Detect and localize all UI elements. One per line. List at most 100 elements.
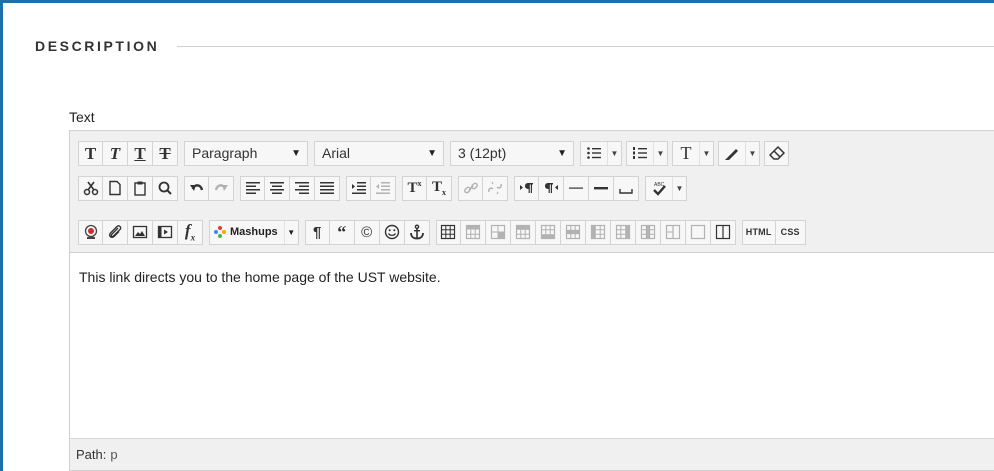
insert-image-button[interactable] [128, 219, 153, 245]
path-element-p[interactable]: p [110, 447, 117, 462]
search-icon [158, 181, 172, 195]
highlight-split-button[interactable]: ▼ [718, 140, 760, 166]
align-right-button[interactable] [290, 175, 315, 201]
rtl-direction-button[interactable] [539, 175, 564, 201]
insert-column-before-button[interactable] [585, 219, 611, 245]
bold-button[interactable]: T [78, 140, 103, 166]
text-color-icon: T [680, 143, 692, 163]
editor-status-bar: Path: p [70, 438, 994, 470]
insert-media-button[interactable] [153, 219, 178, 245]
attach-file-button[interactable] [103, 219, 128, 245]
blockquote-button[interactable]: “ [329, 219, 355, 245]
row-after-icon [540, 224, 555, 240]
special-character-button[interactable]: © [354, 219, 380, 245]
quote-icon: “ [337, 222, 347, 242]
format-block-select[interactable]: Paragraph ▼ [184, 140, 308, 166]
css-label: CSS [780, 227, 800, 237]
rtl-paragraph-icon [545, 183, 558, 193]
spellcheck-button[interactable]: ABC [646, 177, 672, 200]
record-video-button[interactable] [78, 219, 103, 245]
insert-link-button[interactable] [458, 175, 483, 201]
spellcheck-icon: ABC [653, 182, 666, 196]
emoticon-button[interactable] [379, 219, 405, 245]
chevron-down-icon: ▼ [557, 147, 567, 159]
unlink-button[interactable] [483, 175, 508, 201]
smiley-icon [384, 224, 399, 240]
mashups-options[interactable]: ▼ [283, 220, 298, 244]
outdent-button[interactable] [371, 175, 396, 201]
copy-button[interactable] [103, 175, 128, 201]
spellcheck-split-button[interactable]: ABC ▼ [645, 175, 687, 201]
font-family-value: Arial [322, 145, 351, 161]
delete-column-button[interactable] [635, 219, 661, 245]
numbered-list-icon [633, 147, 647, 159]
mashups-menu[interactable]: Mashups ▼ [209, 219, 299, 245]
insert-row-before-button[interactable] [510, 219, 536, 245]
numbered-list-button[interactable] [627, 142, 653, 165]
undo-button[interactable] [184, 175, 209, 201]
merge-cells-button[interactable] [685, 219, 711, 245]
superscript-button[interactable]: Tx [402, 175, 427, 201]
spellcheck-options[interactable]: ▼ [672, 176, 686, 200]
numbered-list-options[interactable]: ▼ [653, 141, 667, 165]
insert-row-after-button[interactable] [535, 219, 561, 245]
align-left-button[interactable] [240, 175, 265, 201]
section-title: DESCRIPTION [35, 38, 160, 54]
table-icon [441, 224, 456, 240]
align-center-button[interactable] [265, 175, 290, 201]
find-button[interactable] [153, 175, 178, 201]
mashups-button[interactable]: Mashups [210, 226, 284, 238]
math-equation-button[interactable]: fx [178, 219, 203, 245]
eraser-icon [768, 145, 785, 160]
font-size-select[interactable]: 3 (12pt) ▼ [450, 140, 574, 166]
anchor-icon [409, 224, 424, 240]
ltr-direction-button[interactable] [514, 175, 539, 201]
paperclip-icon [108, 225, 122, 239]
insert-table-button[interactable] [435, 219, 461, 245]
html-label: HTML [745, 227, 772, 237]
cell-properties-button[interactable] [485, 219, 511, 245]
highlight-options[interactable]: ▼ [745, 141, 759, 165]
nonbreaking-space-button[interactable] [614, 175, 639, 201]
highlight-button[interactable] [719, 142, 745, 165]
underline-button[interactable]: T [128, 140, 153, 166]
font-family-select[interactable]: Arial ▼ [314, 140, 444, 166]
html-source-button[interactable]: HTML [741, 219, 776, 245]
insert-column-after-button[interactable] [610, 219, 636, 245]
text-color-options[interactable]: ▼ [699, 141, 713, 165]
anchor-button[interactable] [404, 219, 430, 245]
editor-content[interactable]: This link directs you to the home page o… [79, 269, 441, 285]
delete-row-icon [565, 224, 580, 240]
horizontal-rule-button[interactable] [564, 175, 589, 201]
bullet-list-button[interactable] [581, 142, 607, 165]
image-icon [132, 225, 148, 239]
text-color-split-button[interactable]: T ▼ [672, 140, 714, 166]
paste-button[interactable] [128, 175, 153, 201]
columns-layout-button[interactable] [710, 219, 736, 245]
table-properties-button[interactable] [460, 219, 486, 245]
align-justify-button[interactable] [315, 175, 340, 201]
undo-icon [189, 184, 203, 191]
path-label: Path: [76, 447, 107, 462]
text-color-button[interactable]: T [673, 142, 699, 165]
unlink-icon [488, 181, 502, 195]
delete-row-button[interactable] [560, 219, 586, 245]
css-editor-button[interactable]: CSS [775, 219, 806, 245]
align-justify-icon [320, 182, 334, 194]
clear-formatting-button[interactable] [764, 140, 789, 166]
subscript-button[interactable]: Tx [427, 175, 452, 201]
split-cells-button[interactable] [660, 219, 686, 245]
cut-button[interactable] [78, 175, 103, 201]
bullet-list-split-button[interactable]: ▼ [580, 140, 622, 166]
section-divider [177, 45, 994, 47]
strikethrough-button[interactable]: T [153, 140, 178, 166]
font-size-value: 3 (12pt) [458, 145, 507, 161]
numbered-list-split-button[interactable]: ▼ [626, 140, 668, 166]
bullet-list-options[interactable]: ▼ [607, 141, 621, 165]
show-blocks-button[interactable]: ¶ [304, 219, 330, 245]
indent-button[interactable] [346, 175, 371, 201]
redo-button[interactable] [209, 175, 234, 201]
section-header: DESCRIPTION [35, 36, 994, 56]
thick-rule-button[interactable] [589, 175, 614, 201]
italic-button[interactable]: T [103, 140, 128, 166]
